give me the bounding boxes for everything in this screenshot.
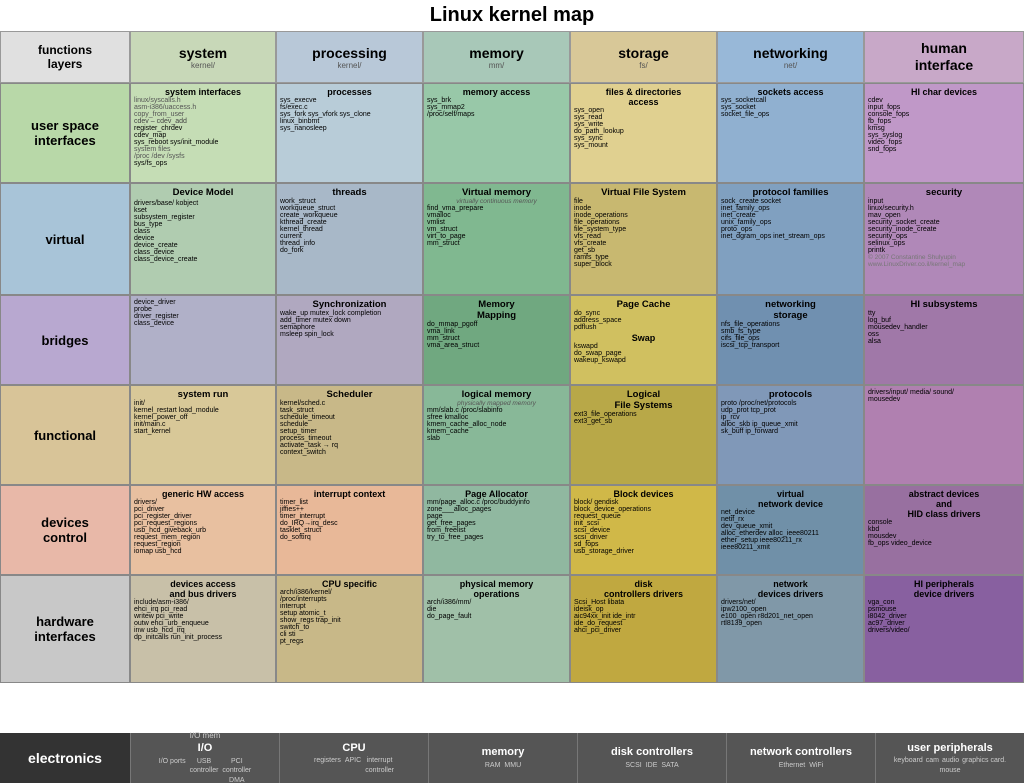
system-userspace-cell: system interfaces linux/syscalls.h asm-i…	[130, 83, 276, 183]
memory-devices-cell: Page Allocator mm/page_alloc.c /proc/bud…	[423, 485, 570, 575]
storage-header: storage fs/	[570, 31, 717, 83]
devices-control-label: devicescontrol	[0, 485, 130, 575]
storage-hardware-cell: diskcontrollers drivers Scsi_Host libata…	[570, 575, 717, 683]
hi-hardware-cell: HI peripheralsdevice drivers vga_con psm…	[864, 575, 1024, 683]
electronics-label: electronics	[0, 733, 130, 783]
storage-devices-cell: Block devices block/ gendisk block_devic…	[570, 485, 717, 575]
system-functional-cell: system run init/ kernel_restart load_mod…	[130, 385, 276, 485]
hi-userspace-cell: HI char devices cdev input_fops console_…	[864, 83, 1024, 183]
system-hardware-cell: devices accessand bus drivers include/as…	[130, 575, 276, 683]
electronics-cpu: CPU registers APIC interruptcontroller	[279, 733, 428, 783]
hi-functional-cell: drivers/input/ media/ sound/ mousedev	[864, 385, 1024, 485]
storage-virtual-cell: Virtual File System file inode inode_ope…	[570, 183, 717, 295]
hi-bridges-cell: HI subsystems tty log_buf mousedev_handl…	[864, 295, 1024, 385]
memory-header: memory mm/	[423, 31, 570, 83]
human-interface-header: humaninterface	[864, 31, 1024, 83]
processing-hardware-cell: CPU specific arch/i386/kernel/ /proc/int…	[276, 575, 423, 683]
networking-bridges-cell: networkingstorage nfs_file_operations sm…	[717, 295, 864, 385]
processing-bridges-cell: Synchronization wake_up mutex_lock compl…	[276, 295, 423, 385]
electronics-io: I/O mem I/O I/O ports USBcontroller PCIc…	[130, 733, 279, 783]
networking-header: networking net/	[717, 31, 864, 83]
functions-layers-header: functions layers	[0, 31, 130, 83]
processing-functional-cell: Scheduler kernel/sched.c task_struct sch…	[276, 385, 423, 485]
processing-header: processing kernel/	[276, 31, 423, 83]
bridges-label: bridges	[0, 295, 130, 385]
system-virtual-cell: Device Model drivers/base/ kobject kset …	[130, 183, 276, 295]
networking-functional-cell: protocols proto /proc/net/protocols udp_…	[717, 385, 864, 485]
processing-devices-cell: interrupt context timer_list jiffies++ t…	[276, 485, 423, 575]
system-devices-cell: generic HW access drivers/ pci_driver pc…	[130, 485, 276, 575]
electronics-disk: disk controllers SCSI IDE SATA	[577, 733, 726, 783]
memory-userspace-cell: memory access sys_brk sys_mmap2 /proc/se…	[423, 83, 570, 183]
storage-userspace-cell: files & directoriesaccess sys_open sys_r…	[570, 83, 717, 183]
networking-devices-cell: virtualnetwork device net_device netif_r…	[717, 485, 864, 575]
system-header: system kernel/	[130, 31, 276, 83]
processing-userspace-cell: processes sys_execve fs/exec.c sys_fork …	[276, 83, 423, 183]
page-title: Linux kernel map	[0, 0, 1024, 31]
processing-virtual-cell: threads work_struct workqueue_struct cre…	[276, 183, 423, 295]
storage-bridges-cell: Page Cache do_sync address_space pdflush…	[570, 295, 717, 385]
electronics-memory: memory RAM MMU	[428, 733, 577, 783]
networking-userspace-cell: sockets access sys_socketcall sys_socket…	[717, 83, 864, 183]
memory-hardware-cell: physical memoryoperations arch/i386/mm/ …	[423, 575, 570, 683]
networking-hardware-cell: networkdevices drivers drivers/net/ ipw2…	[717, 575, 864, 683]
electronics-network: network controllers Ethernet WiFi	[726, 733, 875, 783]
virtual-label: virtual	[0, 183, 130, 295]
hi-devices-cell: abstract devicesandHID class drivers con…	[864, 485, 1024, 575]
system-bridges-cell: device_driver probe driver_register clas…	[130, 295, 276, 385]
functional-label: functional	[0, 385, 130, 485]
electronics-peripherals: user peripherals keyboard cam audio grap…	[875, 733, 1024, 783]
electronics-bar: electronics I/O mem I/O I/O ports USBcon…	[0, 733, 1024, 783]
memory-functional-cell: logical memory physically mapped memory …	[423, 385, 570, 485]
hi-virtual-cell: security input linux/security.h mav_open…	[864, 183, 1024, 295]
hardware-interfaces-label: hardwareinterfaces	[0, 575, 130, 683]
memory-bridges-cell: MemoryMapping do_mmap_pgoff vma_link mm_…	[423, 295, 570, 385]
kernel-map: functions layers system kernel/ processi…	[0, 31, 1024, 783]
user-space-label: user space interfaces	[0, 83, 130, 183]
memory-virtual-cell: Virtual memory virtually continuous memo…	[423, 183, 570, 295]
electronics-items: I/O mem I/O I/O ports USBcontroller PCIc…	[130, 733, 1024, 783]
networking-virtual-cell: protocol families sock_create socket ine…	[717, 183, 864, 295]
storage-functional-cell: LogicalFile Systems ext3_file_operations…	[570, 385, 717, 485]
